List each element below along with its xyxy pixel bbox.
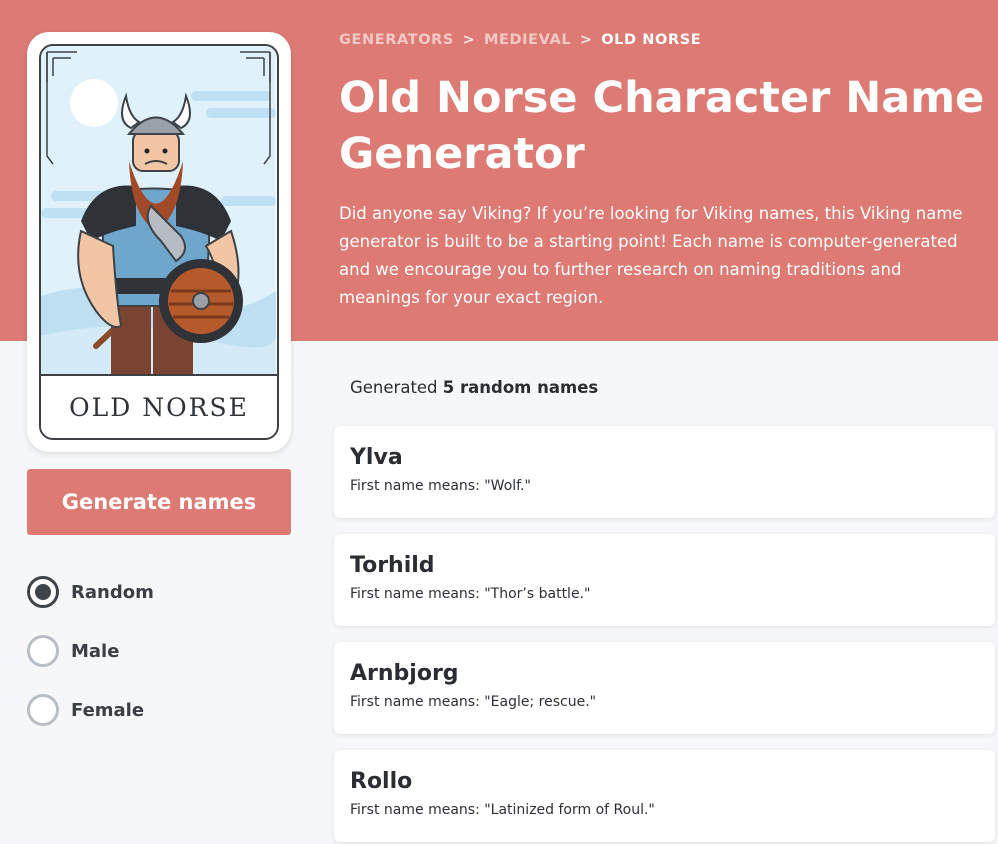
summary-count: 5 random names: [442, 378, 599, 397]
radio-button[interactable]: [27, 635, 59, 667]
summary-prefix: Generated: [350, 378, 438, 397]
radio-label-female: Female: [71, 699, 145, 721]
radio-label-random: Random: [71, 581, 154, 603]
name-title: Ylva: [350, 445, 403, 470]
character-card: OLD NORSE: [27, 32, 291, 452]
name-meaning: First name means: "Latinized form of Rou…: [350, 802, 655, 818]
card-label: OLD NORSE: [41, 374, 277, 438]
name-card: Arnbjorg First name means: "Eagle; rescu…: [334, 642, 995, 734]
breadcrumb-item-current: OLD NORSE: [601, 32, 702, 48]
breadcrumb-item-generators[interactable]: GENERATORS: [339, 32, 454, 48]
breadcrumb-separator: >: [579, 32, 593, 48]
character-card-inner: OLD NORSE: [39, 44, 279, 440]
radio-option-male[interactable]: Male: [27, 635, 154, 667]
breadcrumb-separator: >: [462, 32, 476, 48]
generate-names-button[interactable]: Generate names: [27, 469, 291, 535]
radio-option-random[interactable]: Random: [27, 576, 154, 608]
name-title: Arnbjorg: [350, 661, 459, 686]
viking-warrior-illustration: [41, 46, 276, 376]
page-description: Did anyone say Viking? If you’re looking…: [339, 204, 963, 307]
name-card: Torhild First name means: "Thor’s battle…: [334, 534, 995, 626]
radio-option-female[interactable]: Female: [27, 694, 154, 726]
name-card: Ylva First name means: "Wolf.": [334, 426, 995, 518]
radio-label-male: Male: [71, 640, 120, 662]
name-card: Rollo First name means: "Latinized form …: [334, 750, 995, 842]
breadcrumb-item-medieval[interactable]: MEDIEVAL: [484, 32, 571, 48]
breadcrumb: GENERATORS > MEDIEVAL > OLD NORSE: [339, 32, 701, 48]
name-meaning: First name means: "Eagle; rescue.": [350, 694, 597, 710]
results-summary: Generated 5 random names: [350, 378, 598, 397]
name-title: Rollo: [350, 769, 413, 794]
page-title: Old Norse Character Name Generator: [339, 73, 985, 179]
gender-radio-group: Random Male Female: [27, 576, 154, 753]
name-results-list: Ylva First name means: "Wolf." Torhild F…: [334, 426, 995, 844]
radio-button-checked[interactable]: [27, 576, 59, 608]
radio-button[interactable]: [27, 694, 59, 726]
name-meaning: First name means: "Wolf.": [350, 478, 531, 494]
name-meaning: First name means: "Thor’s battle.": [350, 586, 591, 602]
name-title: Torhild: [350, 553, 435, 578]
